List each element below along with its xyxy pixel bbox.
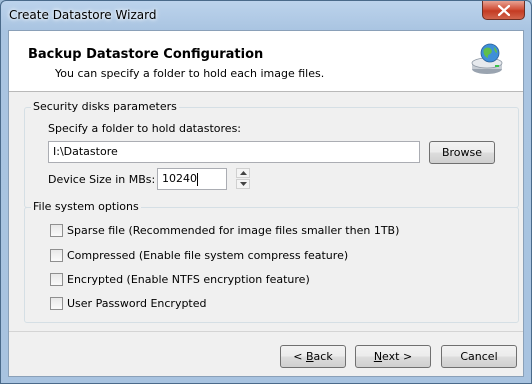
spin-up-button[interactable]	[236, 168, 250, 178]
cancel-button[interactable]: Cancel	[441, 345, 517, 368]
password-encrypted-checkbox[interactable]	[50, 297, 63, 310]
close-icon	[498, 5, 510, 16]
folder-label: Specify a folder to hold datastores:	[48, 122, 241, 135]
wizard-body: Backup Datastore Configuration You can s…	[8, 30, 524, 377]
sparse-file-checkbox[interactable]	[50, 224, 63, 237]
security-group-legend: Security disks parameters	[31, 100, 179, 113]
disk-globe-icon	[471, 43, 503, 74]
back-button-label: < Back	[293, 349, 333, 363]
arrow-up-icon	[240, 171, 247, 175]
sparse-file-label: Sparse file (Recommended for image files…	[67, 224, 400, 237]
spin-down-button[interactable]	[236, 179, 250, 189]
next-button[interactable]: Next >	[355, 345, 431, 368]
next-button-label: Next >	[373, 349, 413, 363]
page-subtitle: You can specify a folder to hold each im…	[55, 67, 325, 80]
wizard-header: Backup Datastore Configuration You can s…	[9, 31, 523, 92]
page-title: Backup Datastore Configuration	[28, 47, 264, 62]
back-button[interactable]: < Back	[280, 345, 346, 368]
compressed-checkbox[interactable]	[50, 249, 63, 262]
browse-button-label: Browse	[441, 145, 483, 159]
device-size-label: Device Size in MBs:	[48, 173, 156, 186]
device-size-input[interactable]: 10240	[157, 168, 227, 190]
cancel-button-label: Cancel	[460, 349, 498, 363]
compressed-label: Compressed (Enable file system compress …	[67, 249, 349, 262]
browse-button[interactable]: Browse	[429, 141, 495, 164]
arrow-down-icon	[240, 182, 247, 186]
footer-divider	[9, 331, 523, 332]
close-button[interactable]	[482, 1, 525, 20]
text-caret	[197, 172, 198, 186]
encrypted-label: Encrypted (Enable NTFS encryption featur…	[67, 273, 310, 286]
fs-options-legend: File system options	[31, 200, 141, 213]
password-encrypted-label: User Password Encrypted	[67, 297, 207, 310]
title-bar[interactable]: Create Datastore Wizard	[1, 1, 531, 29]
encrypted-checkbox[interactable]	[50, 273, 63, 286]
device-size-spinner	[236, 168, 250, 190]
window-title: Create Datastore Wizard	[9, 8, 157, 22]
device-size-value: 10240	[162, 172, 197, 185]
folder-path-input[interactable]: I:\Datastore	[48, 141, 420, 163]
wizard-window: Create Datastore Wizard Backup Datastore…	[0, 0, 532, 384]
